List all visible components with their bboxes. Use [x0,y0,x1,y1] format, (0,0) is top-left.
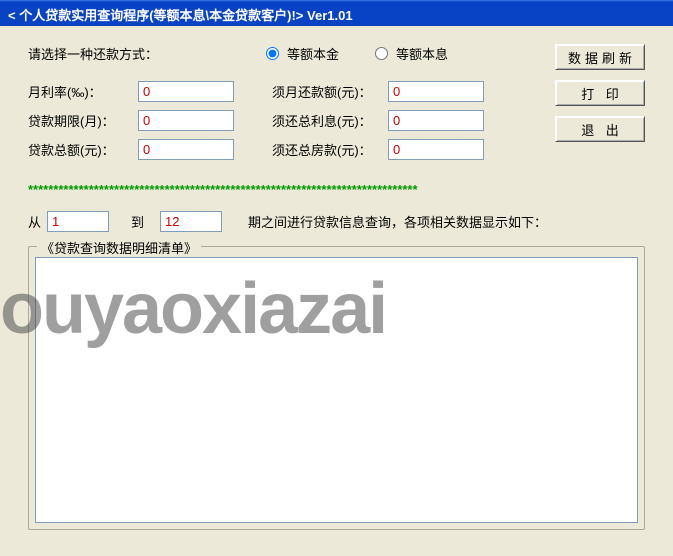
repayment-prompt: 请选择一种还款方式： [28,44,258,63]
range-suffix: 期之间进行贷款信息查询，各项相关数据显示如下： [248,212,547,231]
range-to-label: 到 [131,212,144,231]
label-term-months: 贷款期限(月)： [28,111,138,130]
input-term-months[interactable] [138,110,234,131]
repayment-radio-group: 等额本金 等额本息 [266,44,448,63]
exit-button[interactable]: 退 出 [555,116,645,142]
divider-stars: ****************************************… [28,182,645,197]
input-total-repay[interactable] [388,139,484,160]
refresh-button[interactable]: 数据刷新 [555,44,645,70]
range-from-input[interactable] [47,211,109,232]
radio-equal-interest[interactable]: 等额本息 [375,44,448,63]
range-to-input[interactable] [160,211,222,232]
label-total-interest: 须还总利息(元)： [272,111,388,130]
label-total-repay: 须还总房款(元)： [272,140,388,159]
window-title: < 个人贷款实用查询程序(等额本息\本金贷款客户)!> Ver1.01 [8,8,353,23]
radio-equal-principal-input[interactable] [266,47,279,60]
input-monthly-rate[interactable] [138,81,234,102]
client-area: 请选择一种还款方式： 等额本金 等额本息 月利率(‰)： 须月还款额(元)： [0,26,673,556]
radio-equal-principal[interactable]: 等额本金 [266,44,339,63]
print-button[interactable]: 打 印 [555,80,645,106]
input-total-interest[interactable] [388,110,484,131]
detail-listbox[interactable] [35,257,638,523]
detail-groupbox: 《贷款查询数据明细清单》 [28,246,645,530]
radio-equal-interest-label: 等额本息 [396,44,448,63]
radio-equal-principal-label: 等额本金 [287,44,339,63]
label-payment-per: 须月还款额(元)： [272,82,388,101]
label-monthly-rate: 月利率(‰)： [28,82,138,101]
range-from-label: 从 [28,212,41,231]
label-loan-total: 贷款总额(元)： [28,140,138,159]
groupbox-title: 《贷款查询数据明细清单》 [37,238,201,257]
window-titlebar: < 个人贷款实用查询程序(等额本息\本金贷款客户)!> Ver1.01 [0,0,673,26]
input-loan-total[interactable] [138,139,234,160]
radio-equal-interest-input[interactable] [375,47,388,60]
input-payment-per[interactable] [388,81,484,102]
